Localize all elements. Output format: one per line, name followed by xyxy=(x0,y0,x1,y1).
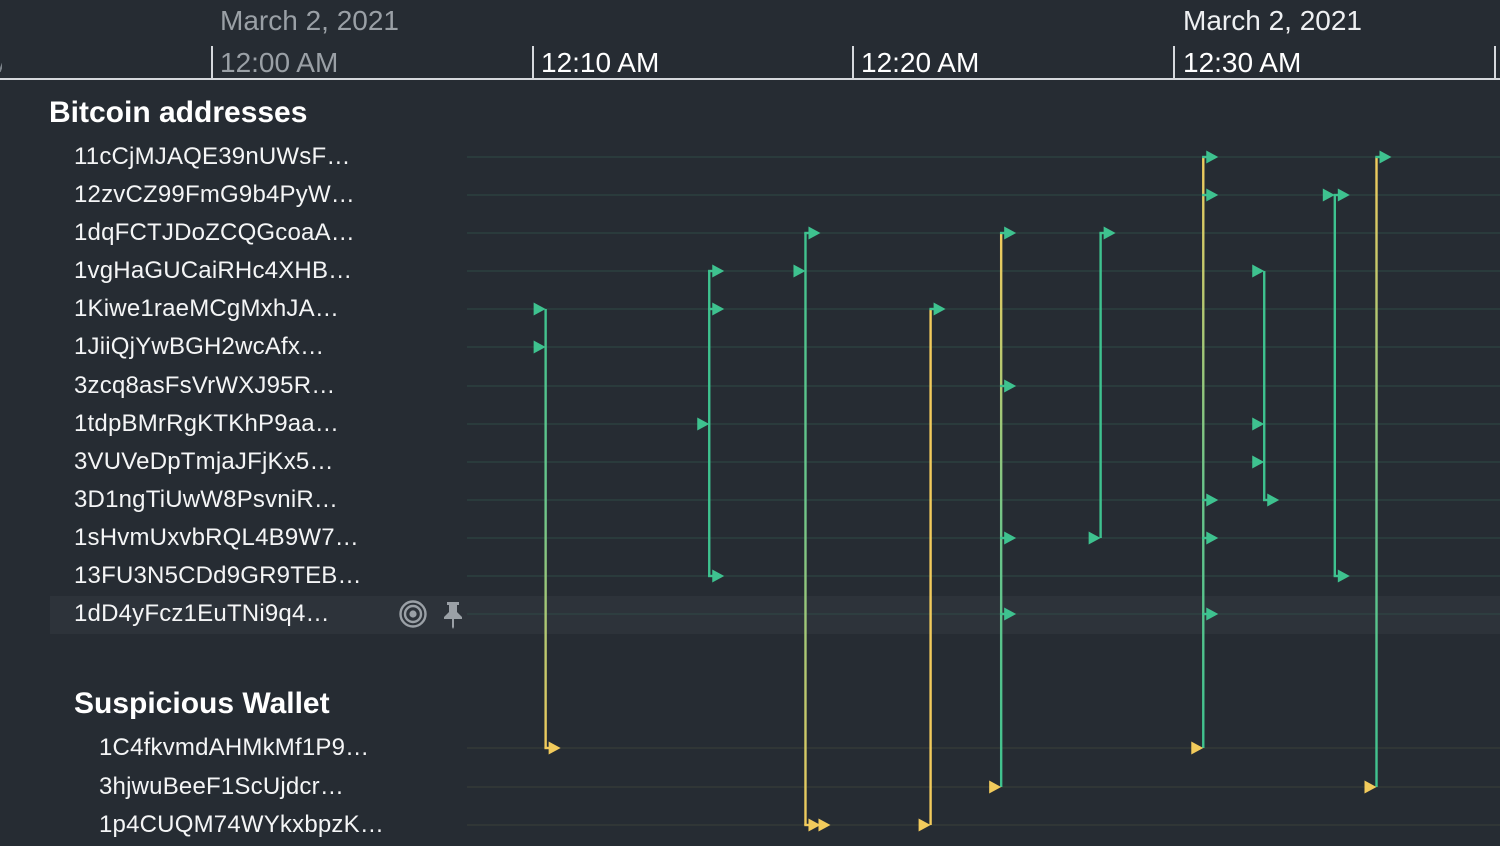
cut-tick-label: M xyxy=(0,47,2,79)
tick-mark xyxy=(1494,46,1496,80)
transfer-arrow xyxy=(1252,264,1265,278)
date-label-right: March 2, 2021 xyxy=(1183,5,1362,36)
transfer-arrow xyxy=(808,818,831,832)
transfer-arrow xyxy=(1004,379,1017,393)
transfers xyxy=(533,150,1392,832)
transfer-arrow xyxy=(697,417,710,431)
transfer-arrow xyxy=(533,302,546,316)
tick-label: 12:20 AM xyxy=(861,47,980,78)
transfer-arrow xyxy=(1191,741,1204,755)
transfer-arrow xyxy=(933,302,946,316)
transfer-arrow xyxy=(1206,150,1219,164)
transfer-connector xyxy=(1202,157,1205,748)
transfer-arrow xyxy=(1088,531,1101,545)
transfer-arrow xyxy=(1103,226,1116,240)
transfer-arrow xyxy=(1206,607,1219,621)
transfer-arrow xyxy=(1252,455,1265,469)
transfer-arrow xyxy=(989,780,1002,794)
transfer-connector xyxy=(1333,195,1336,576)
transfer-connector xyxy=(1099,233,1102,538)
tick-label: 12:10 AM xyxy=(541,47,660,78)
transfer-connector xyxy=(1263,271,1266,500)
transfer-timeline-chart[interactable] xyxy=(0,80,1500,846)
transfer-arrow xyxy=(533,340,546,354)
transfer-arrow xyxy=(712,302,725,316)
transfer-arrow xyxy=(793,264,806,278)
tick-mark xyxy=(532,46,534,80)
transfer-arrow xyxy=(1337,188,1350,202)
transfer-arrow xyxy=(1004,226,1017,240)
transfer-connector xyxy=(999,233,1003,787)
transfer-connector xyxy=(1375,157,1378,787)
timeline-header: March 2, 2021 March 2, 2021 M 12:00 AM 1… xyxy=(0,0,1500,80)
transfer-arrow xyxy=(808,226,821,240)
transfer-arrow xyxy=(1206,188,1219,202)
date-label-left: March 2, 2021 xyxy=(220,5,399,36)
transfer-arrow xyxy=(1379,150,1392,164)
transfer-arrow xyxy=(712,264,725,278)
tick-mark xyxy=(1173,46,1175,80)
transfer-arrow xyxy=(548,741,561,755)
transfer-connector xyxy=(544,309,547,748)
transfer-connector xyxy=(804,233,807,825)
tick-mark xyxy=(852,46,854,80)
transfer-arrow xyxy=(1206,531,1219,545)
transfer-arrow xyxy=(712,569,725,583)
tick-mark xyxy=(211,46,213,80)
transfer-arrow xyxy=(918,818,931,832)
tick-label: 12:00 AM xyxy=(220,47,339,78)
transfer-connector xyxy=(708,271,711,576)
transfer-arrow xyxy=(1267,493,1280,507)
row-lines xyxy=(467,156,1500,826)
transfer-arrow xyxy=(1252,417,1265,431)
transfer-connector xyxy=(929,309,932,825)
transfer-arrow xyxy=(1322,188,1335,202)
tick-label: 12:30 AM xyxy=(1183,47,1302,78)
transfer-arrow xyxy=(1364,780,1377,794)
transfer-arrow xyxy=(1004,607,1017,621)
transfer-arrow xyxy=(1004,531,1017,545)
transfer-arrow xyxy=(1337,569,1350,583)
transfer-arrow xyxy=(1206,493,1219,507)
